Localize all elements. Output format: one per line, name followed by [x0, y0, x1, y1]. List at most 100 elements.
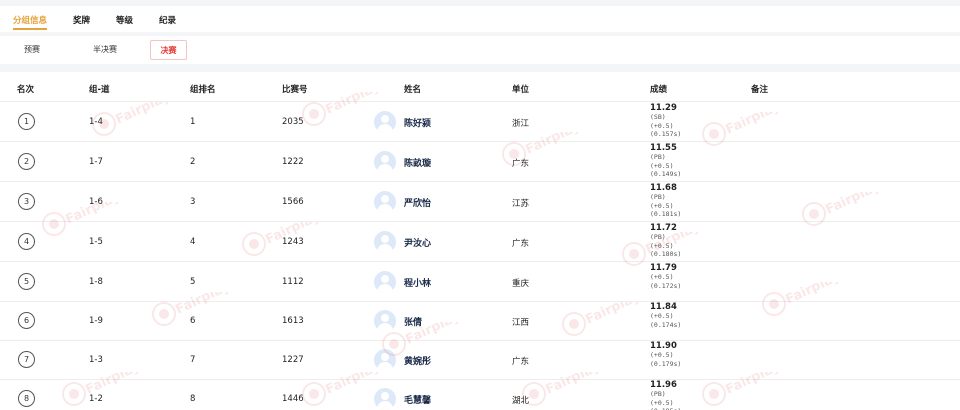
avatar-icon — [374, 349, 396, 371]
result-detail: (+0.5) — [650, 273, 674, 281]
result-block: 11.68 (PB) (+0.5) (0.181s) — [650, 183, 681, 219]
athlete-unit: 浙江 — [512, 119, 530, 129]
heat-rank: 3 — [190, 197, 196, 207]
table-row[interactable]: 3 1-6 3 1566 严欣怡 江苏 11.68 (PB) (+0.5) (0.1… — [0, 182, 960, 222]
table-row[interactable]: 4 1-5 4 1243 尹汝心 广东 11.72 (PB) (+0.5) (0.1… — [0, 222, 960, 262]
athlete-unit: 广东 — [512, 159, 530, 169]
rank-badge: 5 — [18, 273, 35, 290]
col-heat-lane-header: 组-道 — [89, 85, 110, 95]
athlete-name[interactable]: 毛慧馨 — [404, 393, 431, 406]
round-tab-semifinal[interactable]: 半决赛 — [82, 40, 128, 60]
bib-number: 2035 — [282, 117, 304, 127]
athlete-name[interactable]: 程小林 — [404, 276, 431, 289]
bib-number: 1566 — [282, 197, 304, 207]
result-time: 11.55 — [650, 143, 677, 153]
result-detail: (0.174s) — [650, 320, 682, 329]
top-tab-bar: 分组信息 奖牌 等级 纪录 — [0, 6, 960, 32]
rank-badge: 3 — [18, 193, 35, 210]
result-detail: (+0.5) — [650, 241, 674, 250]
result-detail: (PB) — [650, 390, 666, 398]
avatar-icon — [374, 151, 396, 173]
result-block: 11.90 (+0.5) (0.179s) — [650, 341, 681, 368]
avatar-icon — [374, 310, 396, 332]
table-row[interactable]: 2 1-7 2 1222 陈畝璇 广东 11.55 (PB) (+0.5) (0.1… — [0, 142, 960, 182]
col-heat-rank-header: 组排名 — [190, 85, 216, 95]
heat-rank: 4 — [190, 237, 196, 247]
rank-badge: 6 — [18, 312, 35, 329]
rank-badge: 4 — [18, 233, 35, 250]
heat-rank: 2 — [190, 157, 196, 167]
rank-badge: 2 — [18, 153, 35, 170]
table-row[interactable]: 5 1-8 5 1112 程小林 重庆 11.79 (+0.5) (0.172s) — [0, 262, 960, 302]
bib-number: 1112 — [282, 277, 304, 287]
col-rank-header: 名次 — [17, 85, 35, 95]
heat-rank: 5 — [190, 277, 196, 287]
result-time: 11.84 — [650, 302, 677, 312]
heat-rank: 8 — [190, 394, 196, 404]
athlete-unit: 广东 — [512, 357, 530, 367]
result-detail: (PB) — [650, 193, 666, 201]
athlete-name[interactable]: 陈好颍 — [404, 116, 431, 129]
heat-lane: 1-9 — [89, 316, 103, 326]
bib-number: 1446 — [282, 394, 304, 404]
result-time: 11.79 — [650, 263, 677, 273]
heat-lane: 1-4 — [89, 117, 103, 127]
bib-number: 1222 — [282, 157, 304, 167]
result-detail: (SB) — [650, 113, 666, 121]
result-block: 11.55 (PB) (+0.5) (0.149s) — [650, 143, 681, 179]
heat-lane: 1-5 — [89, 237, 103, 247]
col-name-header: 姓名 — [404, 85, 422, 95]
heat-rank: 6 — [190, 316, 196, 326]
heat-lane: 1-7 — [89, 157, 103, 167]
result-detail: (0.157s) — [650, 130, 682, 138]
col-result-header: 成绩 — [650, 85, 668, 95]
table-row[interactable]: 7 1-3 7 1227 黄婉彤 广东 11.90 (+0.5) (0.179s) — [0, 340, 960, 380]
tab-levels[interactable]: 等级 — [116, 6, 133, 32]
athlete-name[interactable]: 严欣怡 — [404, 196, 431, 209]
athlete-name[interactable]: 陈畝璇 — [404, 156, 431, 169]
round-tab-final[interactable]: 决赛 — [150, 40, 187, 60]
result-detail: (0.172s) — [650, 281, 682, 290]
rank-badge: 8 — [18, 390, 35, 407]
result-time: 11.90 — [650, 341, 677, 351]
athlete-name[interactable]: 黄婉彤 — [404, 354, 431, 367]
avatar-icon — [374, 231, 396, 253]
heat-lane: 1-8 — [89, 277, 103, 287]
athlete-name[interactable]: 尹汝心 — [404, 236, 431, 249]
rank-badge: 1 — [18, 113, 35, 130]
table-row[interactable]: 8 1-2 8 1446 毛慧馨 湖北 11.96 (PB)(+0.5)(0.1… — [0, 379, 960, 410]
col-note-header: 备注 — [751, 85, 769, 95]
bib-number: 1613 — [282, 316, 304, 326]
tab-records[interactable]: 纪录 — [159, 6, 176, 32]
result-detail: (0.181s) — [650, 210, 682, 218]
round-tab-preliminary[interactable]: 预赛 — [12, 40, 52, 60]
round-tab-bar: 预赛 半决赛 决赛 — [0, 36, 960, 64]
athlete-unit: 湖北 — [512, 396, 530, 406]
table-row[interactable]: 6 1-9 6 1613 张倩 江西 11.84 (+0.5) (0.174s) — [0, 301, 960, 341]
result-detail: (+0.5) — [650, 201, 674, 210]
bib-number: 1227 — [282, 355, 304, 365]
result-time: 11.96 — [650, 380, 677, 390]
col-unit-header: 单位 — [512, 85, 530, 95]
result-detail: (PB) — [650, 153, 666, 161]
result-time: 11.68 — [650, 183, 677, 193]
result-block: 11.96 (PB)(+0.5)(0.195s) — [650, 380, 681, 410]
heat-lane: 1-3 — [89, 355, 103, 365]
result-block: 11.29 (SB) (+0.5) (0.157s) — [650, 103, 681, 139]
table-header: 名次 组-道 组排名 比赛号 姓名 单位 成绩 备注 — [0, 72, 960, 102]
tab-medals[interactable]: 奖牌 — [73, 6, 90, 32]
result-detail: (+0.5) — [650, 398, 674, 407]
table-row[interactable]: 1 1-4 1 2035 陈好颍 浙江 11.29 (SB) (+0.5) (0.1… — [0, 102, 960, 142]
heat-rank: 7 — [190, 355, 196, 365]
avatar-icon — [374, 271, 396, 293]
result-block: 11.72 (PB) (+0.5) (0.180s) — [650, 223, 681, 259]
result-time: 11.29 — [650, 103, 677, 113]
athlete-unit: 江苏 — [512, 199, 530, 209]
rank-badge: 7 — [18, 351, 35, 368]
athlete-name[interactable]: 张倩 — [404, 315, 422, 328]
result-block: 11.84 (+0.5) (0.174s) — [650, 302, 681, 329]
avatar-icon — [374, 388, 396, 410]
result-detail: (0.179s) — [650, 359, 682, 368]
tab-group-info[interactable]: 分组信息 — [13, 6, 48, 32]
result-detail: (0.180s) — [650, 250, 682, 258]
